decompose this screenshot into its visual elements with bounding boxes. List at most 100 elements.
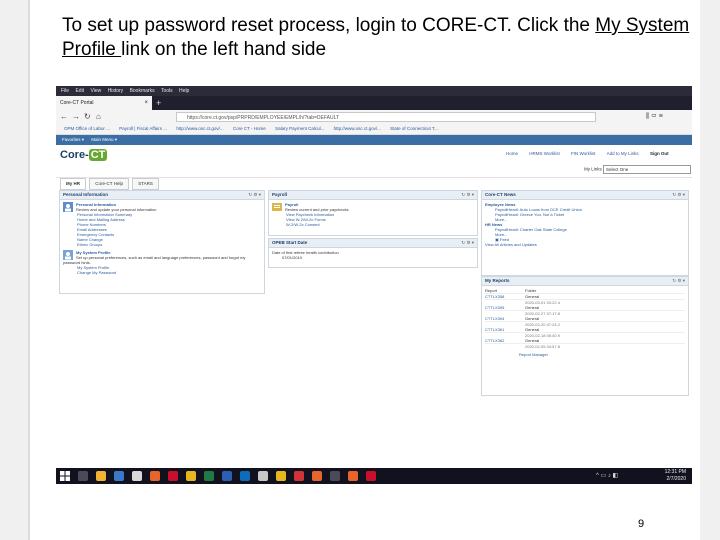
store-icon[interactable]	[132, 471, 142, 481]
slide-title-suffix: link on the left hand side	[121, 39, 327, 60]
payroll-pagelet: Payroll ↻ ⚙ ▾ Payroll Review current and…	[268, 190, 478, 236]
pagelet-controls-icon[interactable]: ↻ ⚙ ▾	[672, 191, 685, 199]
menu-edit[interactable]: Edit	[75, 88, 84, 94]
browser-tabstrip: Core-CT Portal × +	[56, 96, 692, 110]
app-icon[interactable]	[258, 471, 268, 481]
bookmark-item[interactable]: http://www.osc.ct.gov/...	[176, 126, 223, 131]
menu-tools[interactable]: Tools	[161, 88, 173, 94]
bookmark-item[interactable]: Core CT - Home	[233, 126, 266, 131]
app-icon[interactable]	[276, 471, 286, 481]
view-all-articles-link[interactable]: View All Articles and Updates	[485, 242, 685, 247]
report-timestamp: 2020-02-05 04:57.8	[525, 344, 560, 349]
browser-tab-core-ct[interactable]: Core-CT Portal ×	[56, 96, 152, 110]
file-explorer-icon[interactable]	[96, 471, 106, 481]
personal-information-pagelet: Personal Information ↻ ⚙ ▾ Personal Info…	[59, 190, 265, 294]
add-to-my-links-link[interactable]: Add to My Links	[607, 151, 639, 156]
outlook-icon[interactable]	[240, 471, 250, 481]
bookmark-item[interactable]: Salary Payment Calcul...	[275, 126, 324, 131]
main-menu[interactable]: Main Menu ▾	[91, 137, 117, 142]
portal-page-tabs: My HR Core-CT Help STARS	[60, 178, 161, 190]
clock-date: 2/7/2020	[666, 476, 686, 482]
app-icon[interactable]	[348, 471, 358, 481]
firefox-icon[interactable]	[150, 471, 160, 481]
word-icon[interactable]	[222, 471, 232, 481]
home-link[interactable]: Home	[506, 151, 518, 156]
profile-icon	[63, 250, 73, 260]
report-manager-link[interactable]: Report Manager	[485, 352, 685, 357]
my-reports-pagelet: My Reports ↻ ⚙ ▾ Report Folder CTTLX358 G…	[481, 276, 689, 396]
acrobat-icon[interactable]	[168, 471, 178, 481]
app-icon[interactable]	[312, 471, 322, 481]
taskbar-clock[interactable]: 12:31 PM 2/7/2020	[644, 469, 686, 483]
fin-worklist-link[interactable]: FIN Worklist	[571, 151, 595, 156]
close-icon[interactable]: ×	[144, 96, 148, 110]
favorites-menu[interactable]: Favorites ▾	[62, 137, 84, 142]
pagelet-controls-icon[interactable]: ↻ ⚙ ▾	[461, 239, 474, 247]
home-icon[interactable]: ⌂	[96, 110, 101, 124]
task-view-icon[interactable]	[78, 471, 88, 481]
pagelet-header: My Reports ↻ ⚙ ▾	[482, 277, 688, 286]
menu-help[interactable]: Help	[179, 88, 189, 94]
opeb-start-date-pagelet: OPEB Start Date ↻ ⚙ ▾ Date of first reti…	[268, 238, 478, 268]
slide-title: To set up password reset process, login …	[62, 14, 692, 62]
browser-navbar: ← → ↻ ⌂ https://core.ct.gov/psp/PRPRD/EM…	[56, 110, 692, 124]
my-links-label: My Links	[584, 166, 602, 172]
person-icon	[63, 202, 73, 212]
my-links-select[interactable]: Select One	[603, 165, 692, 174]
pagelet-controls-icon[interactable]: ↻ ⚙ ▾	[672, 277, 685, 285]
portal-header: Core- CT Home HRMS Worklist FIN Worklist …	[56, 145, 692, 178]
pagelet-controls-icon[interactable]: ↻ ⚙ ▾	[461, 191, 474, 199]
menu-history[interactable]: History	[108, 88, 124, 94]
header-links: Home HRMS Worklist FIN Worklist Add to M…	[496, 151, 669, 156]
tab-core-ct-help[interactable]: Core-CT Help	[89, 178, 129, 190]
tab-my-hr[interactable]: My HR	[60, 178, 87, 190]
pagelet-controls-icon[interactable]: ↻ ⚙ ▾	[248, 191, 261, 199]
forward-icon[interactable]: →	[72, 110, 80, 124]
change-my-password-link[interactable]: Change My Password	[63, 270, 261, 275]
bookmark-item[interactable]: http://www.osc.ct.gov/...	[334, 126, 381, 131]
menu-bookmarks[interactable]: Bookmarks	[130, 88, 155, 94]
windows-start-icon[interactable]	[60, 471, 70, 481]
clock-time: 12:31 PM	[664, 469, 686, 475]
browser-screenshot: File Edit View History Bookmarks Tools H…	[56, 86, 692, 484]
my-system-profile-desc: Set up personal preferences, such as ema…	[63, 255, 246, 265]
reload-icon[interactable]: ↻	[84, 110, 91, 124]
address-bar-url: https://core.ct.gov/psp/PRPRD/EMPLOYEE/E…	[187, 115, 340, 121]
new-tab-button[interactable]: +	[156, 96, 161, 110]
browser-menubar: File Edit View History Bookmarks Tools H…	[56, 86, 692, 96]
slide-left-bar	[0, 0, 28, 540]
back-icon[interactable]: ←	[60, 110, 68, 124]
menu-file[interactable]: File	[61, 88, 69, 94]
excel-icon[interactable]	[204, 471, 214, 481]
bookmark-item[interactable]: OPM Office of Labor ...	[64, 126, 110, 131]
windows-taskbar: ^ ▭ ♪ ◧ 12:31 PM 2/7/2020	[56, 468, 692, 484]
page-number: 9	[638, 518, 645, 530]
paycheck-icon	[272, 203, 282, 211]
bookmark-item[interactable]: State of Connecticut T...	[390, 126, 438, 131]
opeb-date: 07/01/2010	[282, 255, 303, 260]
pagelet-header: OPEB Start Date ↻ ⚙ ▾	[269, 239, 477, 248]
core-ct-news-pagelet: Core-CT News ↻ ⚙ ▾ Employee News Payroll…	[481, 190, 689, 276]
tab-stars[interactable]: STARS	[132, 178, 159, 190]
sign-out-link[interactable]: Sign Out	[650, 151, 669, 156]
app-icon[interactable]	[330, 471, 340, 481]
list-item[interactable]: W-2/W-2c Consent	[272, 222, 474, 227]
app-icon[interactable]	[294, 471, 304, 481]
bookmark-item[interactable]: Payroll | Fiscal Affairs ...	[119, 126, 167, 131]
edge-icon[interactable]	[114, 471, 124, 481]
portal-menu-bar: Favorites ▾ Main Menu ▾	[56, 135, 692, 145]
my-links: My Links Select One	[584, 165, 692, 174]
chrome-icon[interactable]	[186, 471, 196, 481]
address-bar[interactable]: https://core.ct.gov/psp/PRPRD/EMPLOYEE/E…	[176, 112, 596, 122]
pagelet-header: Personal Information ↻ ⚙ ▾	[60, 191, 264, 200]
slide-title-prefix: To set up password reset process, login …	[62, 15, 590, 36]
pagelet-header: Payroll ↻ ⚙ ▾	[269, 191, 477, 200]
system-tray-icon[interactable]: ^ ▭ ♪ ◧	[596, 471, 636, 481]
pagelet-header: Core-CT News ↻ ⚙ ▾	[482, 191, 688, 200]
library-icon[interactable]: ⫼ ▭ ≡	[646, 110, 663, 124]
core-ct-logo: Core- CT	[60, 149, 108, 161]
app-icon[interactable]	[366, 471, 376, 481]
slide-right-bar	[700, 0, 720, 540]
menu-view[interactable]: View	[90, 88, 101, 94]
hrms-worklist-link[interactable]: HRMS Worklist	[529, 151, 559, 156]
